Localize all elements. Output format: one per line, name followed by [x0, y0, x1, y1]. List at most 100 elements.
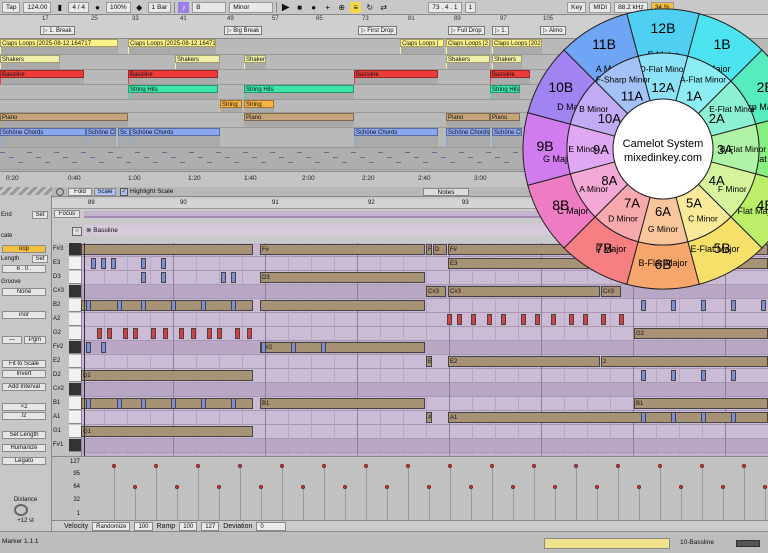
midi-note[interactable]: 2 [601, 356, 768, 367]
arrangement-clip[interactable]: Schöne Chords [446, 128, 490, 136]
midi-note[interactable] [247, 328, 252, 339]
midi-note[interactable]: F#2 [260, 342, 425, 353]
midi-note[interactable]: F# [260, 244, 425, 255]
arrangement-clip[interactable]: Schöne Ch [86, 128, 116, 136]
midi-note[interactable] [471, 314, 476, 325]
midi-note[interactable] [551, 314, 556, 325]
velocity-marker[interactable] [217, 485, 221, 489]
invert-button[interactable]: Invert [2, 370, 46, 378]
piano-key[interactable] [69, 299, 81, 312]
locator-marker[interactable]: ▷ First Drop [358, 26, 397, 35]
arrangement-clip[interactable]: String Hits [244, 85, 354, 93]
velocity-marker[interactable] [679, 485, 683, 489]
midi-note[interactable]: D [433, 244, 447, 255]
midi-note[interactable] [601, 314, 606, 325]
program-select[interactable]: Pgm [24, 336, 46, 344]
midi-note[interactable] [221, 272, 226, 283]
midi-note[interactable] [641, 300, 646, 311]
midi-note[interactable] [671, 412, 676, 423]
midi-note[interactable] [321, 342, 326, 353]
arrangement-clip[interactable]: Piano [244, 113, 354, 121]
automation-arm-icon[interactable]: ⊕ [336, 2, 347, 13]
midi-note[interactable]: A1 [448, 412, 768, 423]
piano-key[interactable] [69, 411, 81, 424]
midi-note[interactable] [535, 314, 540, 325]
midi-note[interactable] [231, 300, 236, 311]
randomize-button[interactable]: Randomize [92, 521, 131, 531]
midi-note[interactable] [163, 328, 168, 339]
arrangement-clip[interactable]: Shakers [175, 55, 220, 63]
piano-key[interactable] [69, 285, 81, 298]
midi-note[interactable] [81, 398, 253, 409]
piano-key[interactable] [69, 243, 81, 256]
midi-note[interactable] [701, 300, 706, 311]
double-button[interactable]: ×2 [2, 403, 46, 411]
velocity-marker[interactable] [259, 485, 263, 489]
midi-note[interactable] [123, 328, 128, 339]
overdub-icon[interactable]: + [322, 2, 333, 13]
midi-note[interactable]: D2 [81, 370, 253, 381]
velocity-marker[interactable] [154, 464, 158, 468]
velocity-marker[interactable] [343, 485, 347, 489]
arrangement-clip[interactable]: String [220, 100, 242, 108]
deviation-value[interactable]: 0 [256, 521, 287, 531]
midi-note[interactable]: E2 [448, 356, 600, 367]
midi-note[interactable] [117, 398, 122, 409]
midi-note[interactable] [86, 300, 91, 311]
arrangement-clip[interactable]: Piano [446, 113, 490, 121]
length-set-button[interactable]: Set [32, 255, 48, 263]
notes-tab[interactable]: Notes [423, 188, 469, 196]
midi-note[interactable] [171, 300, 176, 311]
stop-icon[interactable]: ■ [294, 2, 305, 13]
midi-note[interactable] [117, 300, 122, 311]
locator-marker[interactable]: ▷ Big Break [224, 26, 263, 35]
midi-note[interactable] [701, 370, 706, 381]
tap-button[interactable]: Tap [2, 1, 21, 13]
velocity-marker[interactable] [742, 464, 746, 468]
midi-note[interactable] [133, 328, 138, 339]
velocity-marker[interactable] [301, 485, 305, 489]
midi-note[interactable] [201, 300, 206, 311]
zoom-field[interactable]: 100% [106, 1, 131, 13]
midi-note[interactable] [86, 398, 91, 409]
metronome-click-icon[interactable]: ◆ [134, 2, 145, 13]
midi-note[interactable]: F [426, 244, 432, 255]
velocity-marker[interactable] [532, 464, 536, 468]
midi-note[interactable] [161, 272, 166, 283]
midi-note[interactable] [141, 272, 146, 283]
velocity-marker[interactable] [658, 464, 662, 468]
focus-button[interactable]: Focus [54, 210, 80, 218]
play-icon[interactable]: ▶ [280, 2, 291, 13]
midi-note[interactable] [86, 342, 91, 353]
midi-note[interactable]: C#3 [426, 286, 446, 297]
midi-note[interactable] [207, 328, 212, 339]
midi-note[interactable] [151, 328, 156, 339]
midi-note[interactable]: A [426, 412, 432, 423]
song-position[interactable]: 73 . 4 . 1 [428, 1, 462, 13]
loop-button[interactable]: oop [2, 245, 46, 253]
midi-note[interactable] [231, 272, 236, 283]
arrangement-clip[interactable]: Schöne Chords [354, 128, 438, 136]
piano-key[interactable] [69, 425, 81, 438]
legato-button[interactable]: Legato [2, 457, 46, 465]
midi-note[interactable] [235, 328, 240, 339]
arrangement-clip[interactable]: String Hits [128, 85, 218, 93]
arrangement-clip[interactable]: Claps Loops [2025-08-12 164717 [0, 39, 118, 47]
groove-select[interactable]: None [2, 288, 46, 296]
arrangement-clip[interactable]: Claps Loops [2 [446, 39, 490, 47]
midi-note[interactable] [111, 258, 116, 269]
arrangement-clip[interactable]: Claps Loops [2025-08-12 16471 [128, 39, 216, 47]
length-field[interactable]: 8 . 0 . [2, 265, 46, 273]
velocity-lane[interactable]: 127 95 64 32 1 [52, 456, 768, 521]
arrangement-clip[interactable]: Piano [0, 113, 128, 121]
midi-note[interactable] [291, 342, 296, 353]
midi-note[interactable] [731, 412, 736, 423]
piano-key[interactable] [69, 355, 81, 368]
record-icon[interactable]: ● [308, 2, 319, 13]
velocity-marker[interactable] [238, 464, 242, 468]
midi-note[interactable] [191, 328, 196, 339]
velocity-marker[interactable] [280, 464, 284, 468]
midi-note[interactable] [457, 314, 462, 325]
velocity-marker[interactable] [133, 485, 137, 489]
midi-note[interactable]: D3 [260, 272, 425, 283]
